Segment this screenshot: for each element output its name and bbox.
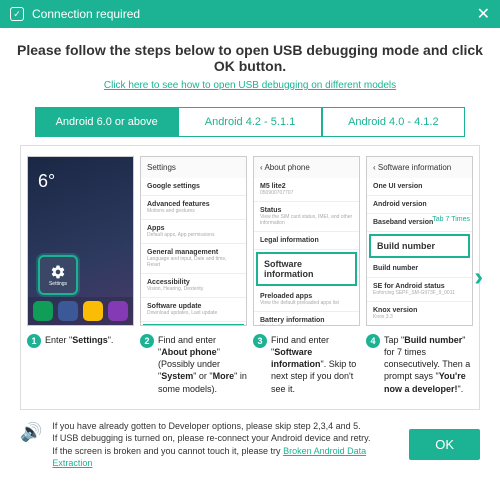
dock-icon bbox=[33, 301, 53, 321]
title-bar: ✓ Connection required ✕ bbox=[0, 0, 500, 28]
footer: 🔊 If you have already gotten to Develope… bbox=[0, 410, 500, 480]
step-3: ‹ About phone M5 lite2050900707707 Statu… bbox=[253, 156, 360, 395]
shot-header: ‹ Software information bbox=[367, 157, 472, 178]
dock bbox=[28, 297, 133, 325]
step-number: 4 bbox=[366, 334, 380, 348]
step-text: Find and enter "About phone" (Possibly u… bbox=[158, 334, 247, 395]
shot-header: Settings bbox=[141, 157, 246, 178]
step-text: Enter "Settings". bbox=[45, 334, 113, 348]
help-link[interactable]: Click here to see how to open USB debugg… bbox=[104, 80, 396, 91]
speaker-icon: 🔊 bbox=[20, 422, 42, 443]
step-number: 2 bbox=[140, 334, 154, 348]
settings-icon: Settings bbox=[38, 255, 78, 295]
tabs: Android 6.0 or above Android 4.2 - 5.1.1… bbox=[35, 107, 465, 137]
screenshot-2: Settings Google settings Advanced featur… bbox=[140, 156, 247, 326]
step-text: Find and enter "Software information". S… bbox=[271, 334, 360, 395]
next-arrow-icon[interactable]: › bbox=[474, 262, 483, 293]
weather-temp: 6° bbox=[38, 171, 55, 192]
step-number: 1 bbox=[27, 334, 41, 348]
page-heading: Please follow the steps below to open US… bbox=[10, 42, 490, 74]
screenshot-1: 6° Settings bbox=[27, 156, 134, 326]
step-2: Settings Google settings Advanced featur… bbox=[140, 156, 247, 395]
close-icon[interactable]: ✕ bbox=[477, 4, 490, 24]
step-4: ‹ Software information One UI version An… bbox=[366, 156, 473, 395]
instruction-panel: 6° Settings 1 Enter "Settings". bbox=[20, 145, 480, 410]
tab-android-40[interactable]: Android 4.0 - 4.1.2 bbox=[322, 107, 465, 137]
ok-button[interactable]: OK bbox=[409, 429, 480, 460]
dock-icon bbox=[108, 301, 128, 321]
step-1: 6° Settings 1 Enter "Settings". bbox=[27, 156, 134, 395]
tab-android-42[interactable]: Android 4.2 - 5.1.1 bbox=[178, 107, 321, 137]
header: Please follow the steps below to open US… bbox=[0, 28, 500, 97]
dock-icon bbox=[83, 301, 103, 321]
tap-7-times-label: Tab 7 Times bbox=[432, 216, 470, 223]
step-number: 3 bbox=[253, 334, 267, 348]
shield-icon: ✓ bbox=[10, 7, 24, 21]
screenshot-4: ‹ Software information One UI version An… bbox=[366, 156, 473, 326]
screenshot-3: ‹ About phone M5 lite2050900707707 Statu… bbox=[253, 156, 360, 326]
highlight-about-phone: About phone bbox=[143, 324, 244, 326]
step-text: Tap "Build number" for 7 times consecuti… bbox=[384, 334, 473, 395]
highlight-build-number: Build number bbox=[369, 234, 470, 258]
shot-header: ‹ About phone bbox=[254, 157, 359, 178]
highlight-software-info: Software information bbox=[256, 252, 357, 286]
footer-text: If you have already gotten to Developer … bbox=[52, 420, 399, 470]
window-title: Connection required bbox=[32, 7, 477, 21]
dock-icon bbox=[58, 301, 78, 321]
tab-android-6[interactable]: Android 6.0 or above bbox=[35, 107, 178, 137]
